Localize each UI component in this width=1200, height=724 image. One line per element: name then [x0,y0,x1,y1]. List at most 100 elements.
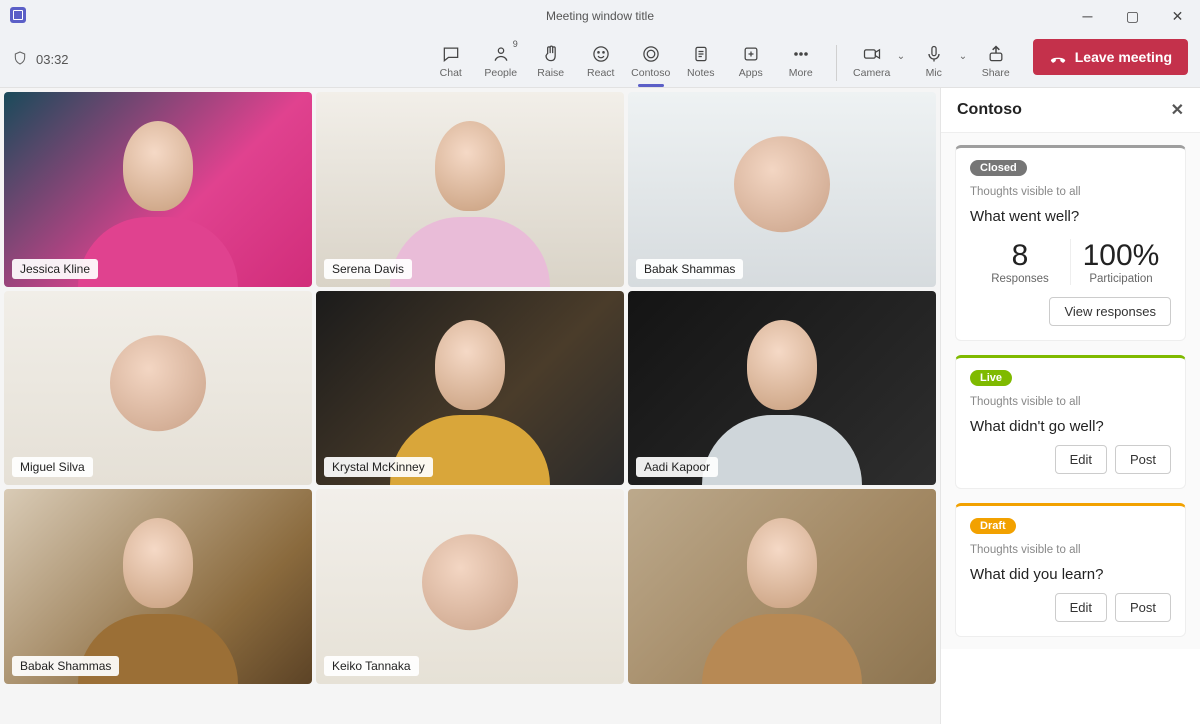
share-icon [971,43,1021,65]
meeting-timer-area: 03:32 [12,50,69,69]
mic-icon [909,43,959,65]
status-badge: Live [970,370,1012,386]
edit-button[interactable]: Edit [1055,445,1107,474]
face-placeholder [435,121,505,211]
participant-tile[interactable]: Aadi Kapoor [628,291,936,486]
contoso-icon [626,43,676,65]
toolbar-separator [836,45,837,81]
avatar-circle [734,137,830,233]
avatar-circle [422,534,518,630]
react-label: React [576,67,626,79]
title-bar: Meeting window title ─ ▢ ✕ [0,0,1200,32]
question-text: What went well? [970,208,1171,225]
apps-button[interactable]: Apps [726,39,776,79]
mic-options-chevron-icon[interactable]: ⌄ [959,39,971,62]
more-label: More [776,67,826,79]
notes-button[interactable]: Notes [676,39,726,79]
participant-tile[interactable]: Jessica Kline [4,92,312,287]
raise-hand-icon [526,43,576,65]
people-button[interactable]: 9 People [476,39,526,79]
visibility-text: Thoughts visible to all [970,544,1171,556]
participant-tile[interactable]: Babak Shammas [628,92,936,287]
share-button[interactable]: Share [971,39,1021,79]
participant-name: Jessica Kline [12,259,98,279]
phone-hangup-icon [1049,48,1067,66]
face-placeholder [747,320,817,410]
panel-title: Contoso [957,101,1022,119]
notes-label: Notes [676,67,726,79]
mic-button[interactable]: Mic [909,39,959,79]
share-label: Share [971,67,1021,79]
status-badge: Draft [970,518,1016,534]
participant-tile[interactable] [628,489,936,684]
responses-label: Responses [970,273,1070,285]
camera-icon [847,43,897,65]
participant-name: Keiko Tannaka [324,656,419,676]
more-button[interactable]: More [776,39,826,79]
more-icon [776,43,826,65]
react-icon [576,43,626,65]
camera-button[interactable]: Camera [847,39,897,79]
leave-meeting-button[interactable]: Leave meeting [1033,39,1188,75]
participant-tile[interactable]: Miguel Silva [4,291,312,486]
face-placeholder [123,121,193,211]
question-text: What didn't go well? [970,418,1171,435]
visibility-text: Thoughts visible to all [970,186,1171,198]
post-button[interactable]: Post [1115,445,1171,474]
window-controls: ─ ▢ ✕ [1065,0,1200,32]
teams-logo-icon [10,7,26,23]
camera-label: Camera [847,67,897,79]
avatar-circle [110,335,206,431]
question-card-live: Live Thoughts visible to all What didn't… [955,355,1186,489]
participant-tile[interactable]: Serena Davis [316,92,624,287]
participant-name: Serena Davis [324,259,412,279]
video-grid: Jessica Kline Serena Davis Babak Shammas… [0,88,940,724]
visibility-text: Thoughts visible to all [970,396,1171,408]
chat-icon [426,43,476,65]
raise-hand-button[interactable]: Raise [526,39,576,79]
participant-tile[interactable]: Krystal McKinney [316,291,624,486]
participant-name: Aadi Kapoor [636,457,718,477]
question-card-draft: Draft Thoughts visible to all What did y… [955,503,1186,637]
mic-label: Mic [909,67,959,79]
people-count: 9 [513,39,518,49]
contoso-label: Contoso [626,67,676,79]
stats-row: 8 Responses 100% Participation [970,235,1171,287]
leave-label: Leave meeting [1075,49,1172,65]
participant-tile[interactable]: Keiko Tannaka [316,489,624,684]
status-badge: Closed [970,160,1027,176]
apps-icon [726,43,776,65]
close-panel-button[interactable]: ✕ [1171,100,1184,120]
meeting-toolbar: 03:32 Chat 9 People Raise React Contoso … [0,32,1200,88]
people-icon [476,43,526,65]
participant-name: Krystal McKinney [324,457,433,477]
shield-icon [12,50,28,69]
people-label: People [476,67,526,79]
participation-value: 100% [1071,239,1171,273]
chat-button[interactable]: Chat [426,39,476,79]
face-placeholder [747,518,817,608]
post-button[interactable]: Post [1115,593,1171,622]
minimize-button[interactable]: ─ [1065,0,1110,32]
participant-name: Babak Shammas [636,259,743,279]
participant-name: Miguel Silva [12,457,93,477]
react-button[interactable]: React [576,39,626,79]
responses-count: 8 [970,239,1070,273]
window-title: Meeting window title [546,9,654,23]
chat-label: Chat [426,67,476,79]
face-placeholder [435,320,505,410]
question-card-closed: Closed Thoughts visible to all What went… [955,145,1186,341]
maximize-button[interactable]: ▢ [1110,0,1155,32]
view-responses-button[interactable]: View responses [1049,297,1171,326]
camera-options-chevron-icon[interactable]: ⌄ [897,39,909,62]
participation-label: Participation [1071,273,1171,285]
apps-label: Apps [726,67,776,79]
question-text: What did you learn? [970,566,1171,583]
raise-label: Raise [526,67,576,79]
edit-button[interactable]: Edit [1055,593,1107,622]
meeting-timer: 03:32 [36,52,69,67]
close-window-button[interactable]: ✕ [1155,0,1200,32]
participant-tile[interactable]: Babak Shammas [4,489,312,684]
contoso-app-button[interactable]: Contoso [626,39,676,79]
notes-icon [676,43,726,65]
